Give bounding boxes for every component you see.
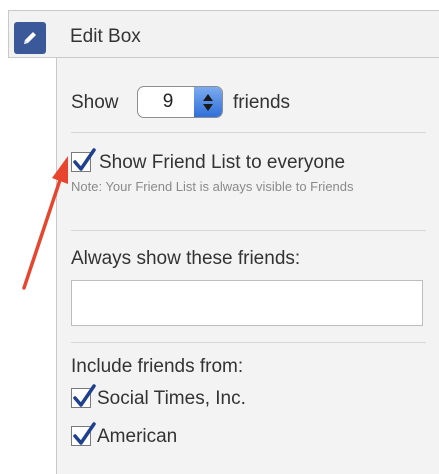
settings-panel: Show 9 friends Show Friend List to every… [56,58,439,474]
show-friend-list-checkbox[interactable] [71,148,96,172]
always-show-input[interactable] [71,280,423,326]
friend-count-value: 9 [162,91,174,112]
select-arrows[interactable] [194,87,222,117]
visibility-note: Note: Your Friend List is always visible… [71,179,354,194]
divider [71,132,426,133]
network-checkbox-social-times[interactable] [71,384,96,408]
edit-box-widget: Edit Box Show 9 friends Show Friend List… [0,0,439,474]
checkmark-icon [73,148,96,171]
network-label-american: American [97,426,178,447]
checkmark-icon [73,422,96,445]
checkmark-icon [73,384,96,407]
include-friends-label: Include friends from: [71,356,244,377]
show-label: Show [71,92,119,113]
network-checkbox-american[interactable] [71,422,96,446]
network-label-social-times: Social Times, Inc. [97,388,246,409]
up-arrow-icon [203,93,213,101]
divider [71,342,426,343]
friends-label: friends [233,92,291,113]
show-friend-list-label: Show Friend List to everyone [99,152,346,173]
pencil-icon [24,32,36,44]
edit-button[interactable] [14,22,46,54]
always-show-label: Always show these friends: [71,248,301,269]
divider [71,230,426,231]
header-title: Edit Box [70,26,141,47]
friend-count-select[interactable]: 9 [137,86,223,118]
down-arrow-icon [203,103,213,111]
